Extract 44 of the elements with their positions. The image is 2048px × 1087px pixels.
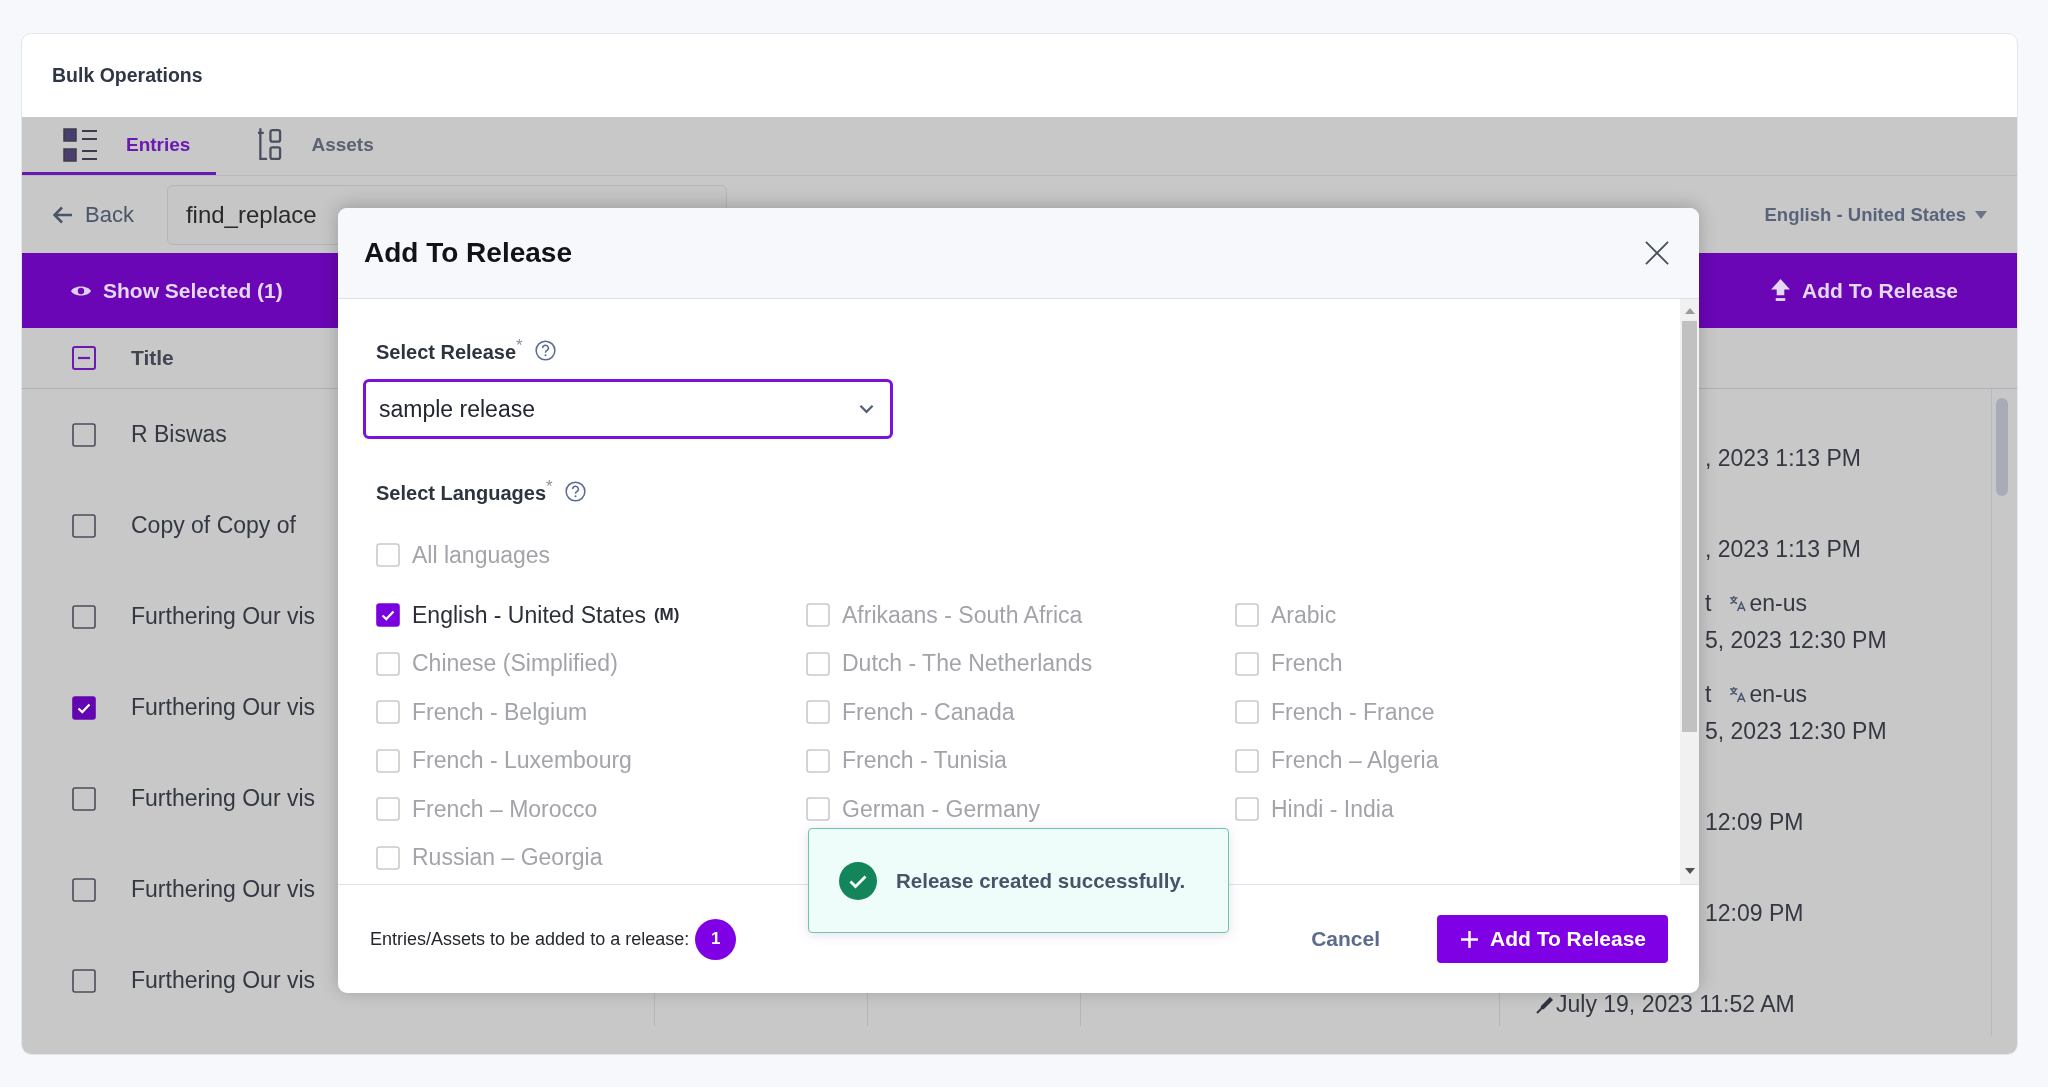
entry-title: Furthering Our vis (131, 694, 316, 721)
entry-title: Furthering Our vis (131, 785, 316, 812)
date-text: , 2023 1:13 PM (1705, 536, 1861, 563)
count-label: Entries/Assets to be added to a release: (370, 928, 690, 950)
language-label: French - France (1271, 698, 1435, 726)
entry-title: Furthering Our vis (131, 876, 316, 903)
entry-title: R Biswas (131, 421, 227, 448)
date-text: July 19, 2023 11:52 AM (1556, 991, 1795, 1018)
language-label: French - Tunisia (842, 747, 1007, 775)
language-label: German - Germany (842, 795, 1041, 823)
master-tag: (M) (653, 605, 680, 626)
language-label: Hindi - India (1271, 795, 1394, 823)
status-text: t (1705, 590, 1712, 617)
checkbox-label: All languages (412, 541, 551, 569)
status-text: t (1705, 681, 1712, 708)
column-header: Title (131, 346, 174, 370)
language-label: French - Canada (842, 698, 1015, 726)
language-label: Arabic (1271, 601, 1337, 629)
language-label: Russian – Georgia (412, 844, 603, 872)
date-text: 5, 2023 12:30 PM (1705, 627, 1887, 654)
locale-text: en-us (1749, 590, 1807, 617)
date-text: 12:09 PM (1705, 809, 1804, 836)
language-label: French - Luxembourg (412, 747, 632, 775)
page-title: Bulk Operations (52, 64, 203, 87)
toast-message: Release created successfully. (896, 868, 1186, 893)
field-label: Select Release$^{*}$ (376, 336, 523, 364)
date-text: , 2023 1:13 PM (1705, 445, 1861, 472)
language-label: English - United States (412, 601, 646, 629)
language-label: Chinese (Simplified) (412, 650, 618, 678)
language-label: French – Algeria (1271, 747, 1439, 775)
language-label: French (1271, 650, 1343, 678)
entry-title: Furthering Our vis (131, 967, 316, 994)
language-label: French - Belgium (412, 698, 588, 726)
locale-text: en-us (1749, 681, 1807, 708)
date-text: 5, 2023 12:30 PM (1705, 718, 1887, 745)
modal-title: Add To Release (364, 237, 572, 269)
date-text: 12:09 PM (1705, 900, 1804, 927)
field-label: Select Languages$^{*}$ (376, 477, 553, 505)
entry-title: Furthering Our vis (131, 603, 316, 630)
language-label: French – Morocco (412, 795, 598, 823)
entry-title: Copy of Copy of (131, 512, 296, 539)
count-badge: 1 (695, 918, 737, 960)
language-label: Dutch - The Netherlands (842, 650, 1093, 678)
language-label: Afrikaans - South Africa (842, 601, 1083, 629)
